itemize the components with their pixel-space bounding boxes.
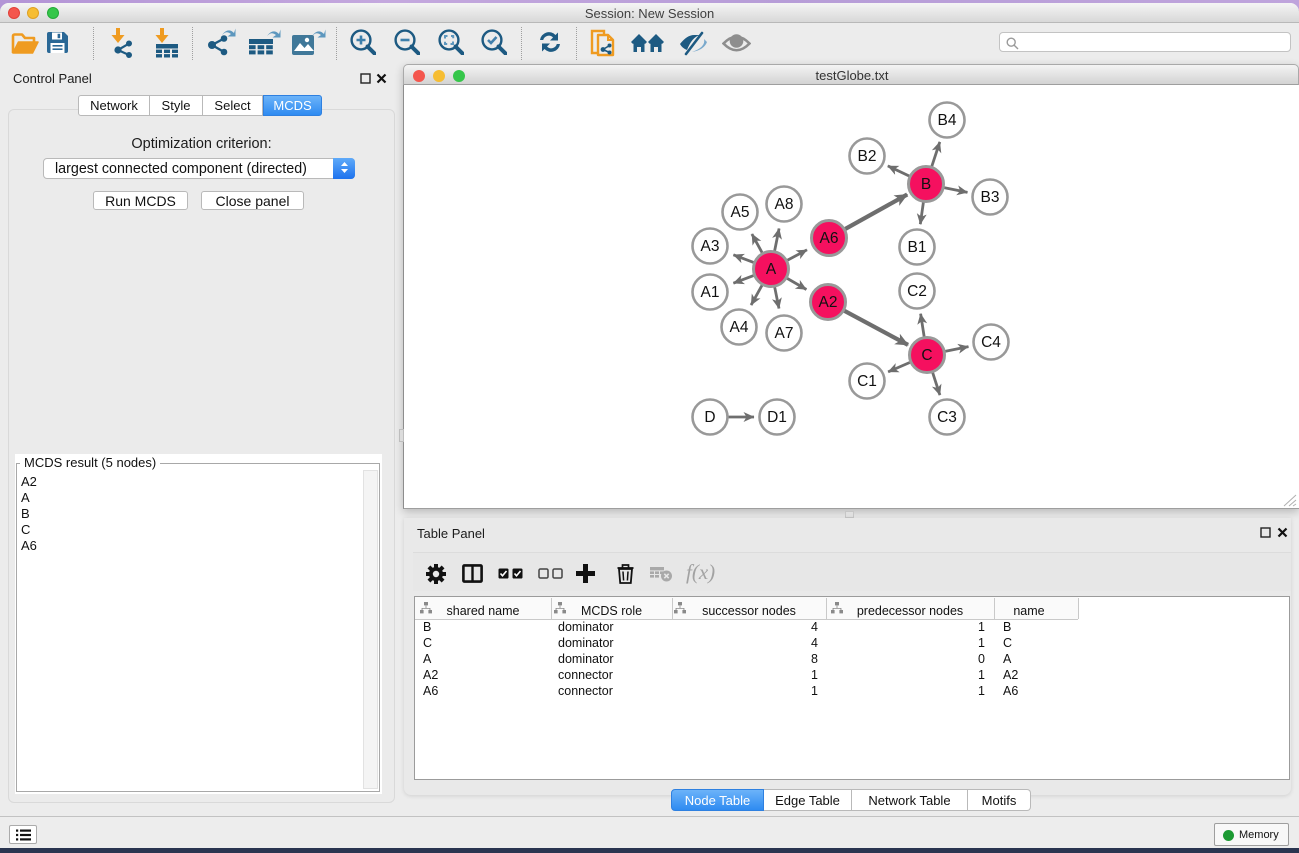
svg-text:C1: C1 (857, 373, 877, 390)
svg-text:D1: D1 (767, 409, 787, 426)
svg-text:A6: A6 (820, 230, 839, 247)
svg-text:B3: B3 (981, 189, 1000, 206)
svg-text:A: A (766, 261, 777, 278)
svg-text:A3: A3 (701, 238, 720, 255)
svg-text:A8: A8 (775, 196, 794, 213)
svg-text:A5: A5 (731, 204, 750, 221)
svg-text:C4: C4 (981, 334, 1001, 351)
svg-text:B2: B2 (858, 148, 877, 165)
svg-text:B1: B1 (908, 239, 927, 256)
svg-text:B: B (921, 176, 931, 193)
svg-text:A1: A1 (701, 284, 720, 301)
svg-text:C3: C3 (937, 409, 957, 426)
svg-text:C2: C2 (907, 283, 927, 300)
svg-text:B4: B4 (938, 112, 957, 129)
svg-text:A4: A4 (730, 319, 749, 336)
svg-text:C: C (921, 347, 932, 364)
svg-text:A7: A7 (775, 325, 794, 342)
svg-text:A2: A2 (819, 294, 838, 311)
svg-text:D: D (704, 409, 715, 426)
